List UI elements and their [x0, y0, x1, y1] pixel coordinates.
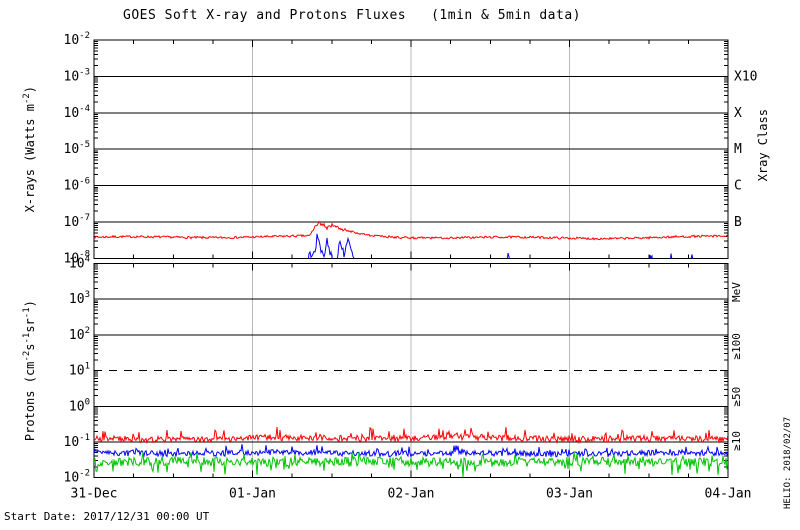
xray-axis-title: X-rays (Watts m-2): [22, 86, 37, 212]
credit-label: HELIO: 2018/02/07: [783, 416, 793, 509]
y-tick-label: 10-1: [64, 433, 91, 450]
y-tick-label: 103: [69, 290, 90, 307]
energy-label: ≥50: [730, 387, 743, 407]
y-tick-label: 10-4: [64, 104, 91, 121]
y-tick-label: 104: [69, 255, 90, 272]
class-label: X: [734, 106, 742, 121]
energy-label: MeV: [730, 282, 743, 302]
goes-xray-proton-plot: 10-2 10-3 10-4 10-5 10-6 10-7 10-8 X-rays (Watt…: [0, 0, 800, 530]
energy-labels: MeV ≥100 ≥50 ≥10: [730, 282, 743, 451]
x-tick-label: 01-Jan: [229, 487, 276, 502]
protons-axis-title: Protons (cm-2s-1sr-1): [22, 300, 37, 441]
xray-class-labels: X10 X M C B: [734, 69, 757, 230]
class-label: B: [734, 215, 742, 230]
start-date-label: Start Date: 2017/12/31 00:00 UT: [4, 510, 210, 523]
x-tick-label: 03-Jan: [546, 487, 593, 502]
y-tick-labels: 10-210-310-410-510-610-710-8: [64, 31, 91, 266]
right-axis-title: Xray Class: [756, 109, 770, 181]
x-tick-label: 04-Jan: [705, 487, 752, 502]
protons-panel: 104 103 102 101 100 10-1 10-2 Protons (cm-2s-1s…: [22, 255, 743, 486]
y-tick-label: 102: [69, 326, 90, 343]
class-label: X10: [734, 69, 757, 84]
y-tick-label: 10-5: [64, 140, 91, 157]
chart-canvas: 10-210-310-410-510-610-710-8X-rays (Watt…: [22, 31, 770, 502]
y-tick-label: 10-6: [64, 177, 91, 194]
y-tick-label: 100: [69, 397, 90, 414]
x-tick-label: 02-Jan: [388, 487, 435, 502]
y-tick-label: 10-3: [64, 67, 91, 84]
chart-title: GOES Soft X-ray and Protons Fluxes (1min…: [123, 8, 581, 23]
xray-panel: 10-210-310-410-510-610-710-8X-rays (Watt…: [22, 31, 770, 266]
class-label: C: [734, 179, 742, 194]
y-tick-label: 10-2: [64, 31, 91, 48]
x-tick-label: 31-Dec: [71, 487, 118, 502]
y-tick-label: 101: [69, 362, 90, 379]
energy-label: ≥10: [730, 431, 743, 451]
energy-label: ≥100: [730, 333, 743, 360]
y-tick-label: 10-2: [64, 469, 91, 486]
x-tick-labels: 31-Dec 01-Jan 02-Jan 03-Jan 04-Jan: [71, 487, 752, 502]
y-tick-label: 10-7: [64, 213, 91, 230]
class-label: M: [734, 142, 742, 157]
y-tick-labels: 104 103 102 101 100 10-1 10-2: [64, 255, 91, 486]
